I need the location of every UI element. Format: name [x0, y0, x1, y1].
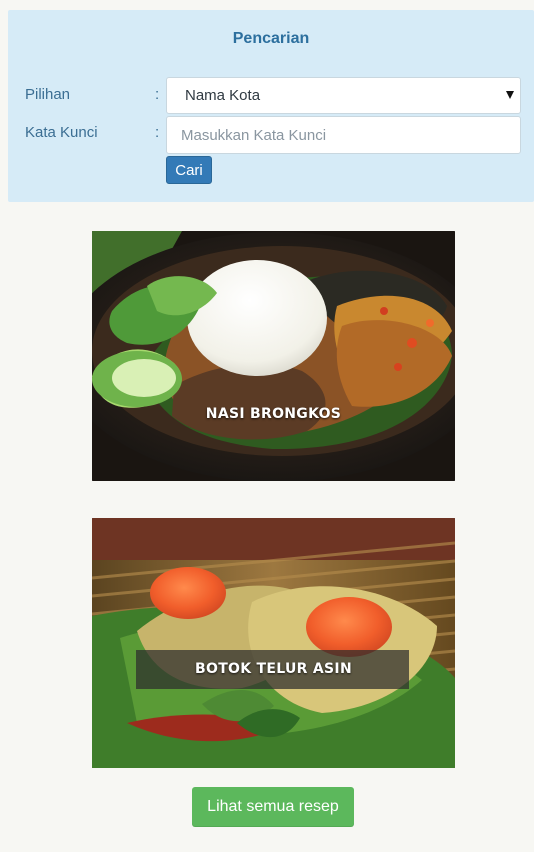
keyword-input[interactable]: [166, 116, 521, 154]
option-colon: :: [155, 86, 160, 103]
keyword-colon: :: [155, 124, 160, 141]
recipe-title: NASI BRONGKOS: [205, 406, 342, 422]
recipe-card-botok-telur-asin[interactable]: BOTOK TELUR ASIN: [92, 518, 455, 768]
search-title: Pencarian: [232, 30, 310, 47]
search-button[interactable]: Cari: [166, 156, 212, 184]
option-select[interactable]: Nama Kota: [166, 77, 521, 114]
recipe-image-botok-telur-asin: [92, 518, 455, 768]
option-label: Pilihan: [25, 86, 71, 103]
search-panel: Pencarian Pilihan : Nama Kota Kata Kunci…: [8, 10, 534, 202]
recipe-image-nasi-brongkos: [92, 231, 455, 481]
view-all-recipes-button[interactable]: Lihat semua resep: [192, 787, 354, 827]
option-select-value: Nama Kota: [185, 87, 261, 104]
recipe-card-nasi-brongkos[interactable]: NASI BRONGKOS: [92, 231, 455, 481]
chevron-down-icon: [506, 91, 514, 99]
recipe-title: BOTOK TELUR ASIN: [195, 661, 352, 677]
keyword-label: Kata Kunci: [25, 124, 98, 141]
